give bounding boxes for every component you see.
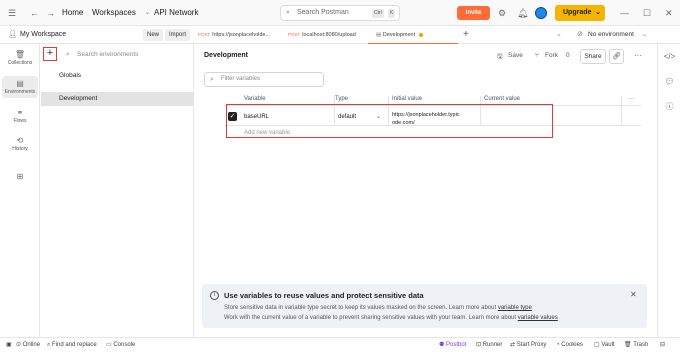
add-environment-button[interactable]: + (43, 47, 57, 61)
rail-history[interactable]: ⟲ History (0, 136, 40, 152)
workspaces-menu[interactable]: Workspaces (92, 0, 136, 26)
search-placeholder: Search Postman (297, 9, 349, 16)
runner-button[interactable]: ⊡ Runner (476, 338, 502, 352)
code-icon[interactable]: </> (658, 52, 680, 61)
variable-type-link[interactable]: variable type (498, 305, 532, 311)
trash-button[interactable]: 🗑︎ Trash (624, 338, 648, 352)
page-title: Development (204, 52, 248, 59)
environment-selector[interactable]: No environment (588, 26, 634, 44)
chevron-down-icon[interactable]: ⌄ (642, 26, 647, 44)
info-icon: i (210, 291, 219, 300)
layout-toggle-icon[interactable]: ⊟ (660, 338, 665, 352)
console-button[interactable]: ▭ Console (106, 338, 135, 352)
new-button[interactable]: New (143, 29, 164, 41)
avatar[interactable] (535, 7, 547, 19)
left-rail: 🗑︎ Collections ▤ Environments ⚭ Flows ⟲ Hist… (0, 44, 40, 337)
env-item-globals[interactable]: Globals (41, 69, 193, 83)
forward-arrow-icon[interactable]: → (46, 0, 55, 26)
flows-icon: ⚭ (16, 108, 24, 117)
apps-grid-icon: ⊞ (16, 172, 24, 181)
cookies-button[interactable]: ◔ Cookies (556, 338, 583, 352)
menu-icon[interactable]: ☰ (8, 0, 16, 26)
variable-values-link[interactable]: variable values (518, 315, 558, 321)
highlight-box (226, 104, 553, 138)
chevron-down-icon[interactable]: ⌄ (145, 0, 150, 26)
tab-development[interactable]: ▤ Development (368, 26, 458, 44)
rail-flows[interactable]: ⚭ Flows (0, 108, 40, 124)
right-sidebar: </> 💬︎ ⓘ (657, 44, 680, 337)
minimize-icon[interactable]: — (620, 0, 629, 26)
more-options-icon[interactable]: ··· (634, 51, 642, 60)
status-bar: ▣ ⊙ Online ⌕ Find and replace ▭ Console … (0, 337, 680, 351)
history-icon: ⟲ (16, 136, 24, 145)
back-arrow-icon[interactable]: ← (30, 0, 39, 26)
column-initial-value: Initial value (392, 96, 423, 102)
no-environment-icon: ⊘ (577, 31, 583, 38)
top-bar: ☰ ← → Home Workspaces ⌄ API Network ⌕ Se… (0, 0, 680, 26)
tab-request-1[interactable]: POST https://jsonplaceholde... (198, 26, 284, 44)
environment-icon: ▤ (376, 32, 383, 38)
layout-icon[interactable]: ▣ (6, 338, 12, 352)
maximize-icon[interactable]: ☐ (643, 0, 651, 26)
env-item-development[interactable]: Development (41, 92, 193, 106)
info-banner: i Use variables to reuse values and prot… (202, 284, 647, 328)
column-current-value: Current value (484, 96, 521, 102)
share-button[interactable]: Share (580, 49, 606, 64)
rail-more[interactable]: ⊞ (0, 172, 40, 182)
postbot-button[interactable]: ⚉ Postbot (439, 338, 466, 352)
fork-count: 0 (566, 52, 570, 59)
info-icon[interactable]: ⓘ (658, 101, 680, 112)
home-link[interactable]: Home (62, 0, 83, 26)
settings-gear-icon[interactable]: ⚙ (498, 0, 506, 26)
workspace-icon: 👤︎ (8, 31, 17, 38)
online-status[interactable]: ⊙ Online (16, 338, 40, 352)
search-icon: ⌕ (66, 51, 70, 58)
vault-button[interactable]: ▢ Vault (594, 338, 615, 352)
rail-environments[interactable]: ▤ Environments (2, 76, 38, 98)
link-icon[interactable]: 🔗︎ (609, 49, 624, 64)
invite-button[interactable]: Invite (457, 6, 490, 20)
environments-icon: ▤ (16, 79, 24, 88)
unsaved-dot (419, 32, 424, 37)
find-replace-button[interactable]: ⌕ Find and replace (47, 338, 97, 352)
save-button[interactable]: Save (508, 52, 523, 59)
banner-heading: Use variables to reuse values and protec… (224, 291, 424, 300)
column-options-icon[interactable]: ··· (628, 96, 634, 102)
banner-line-2: Work with the current value of a variabl… (224, 315, 558, 321)
import-button[interactable]: Import (165, 29, 191, 41)
upgrade-button[interactable]: Upgrade ⌄ (555, 5, 605, 21)
kbd-k: K (388, 9, 396, 18)
banner-line-1: Store sensitive data in variable type se… (224, 305, 532, 311)
column-variable: Variable (244, 96, 266, 102)
search-icon: ⌕ (286, 9, 290, 16)
workspace-name[interactable]: My Workspace (20, 26, 66, 44)
environments-panel (40, 44, 194, 337)
add-tab-icon[interactable]: + (463, 26, 469, 44)
notifications-bell-icon[interactable]: 🔔︎ (517, 0, 528, 26)
search-environments-input[interactable]: Search environments (77, 48, 201, 61)
tab-request-2[interactable]: POST localhost:8080/upload (288, 26, 364, 44)
close-icon[interactable]: ✕ (630, 290, 637, 299)
start-proxy-button[interactable]: ⇄ Start Proxy (510, 338, 546, 352)
close-icon[interactable]: ✕ (665, 0, 673, 26)
chevron-down-icon[interactable]: ⌄ (556, 26, 562, 44)
fork-icon: ⑂ (535, 52, 539, 59)
filter-variables-input[interactable]: ⌕ Filter variables (204, 72, 324, 87)
search-icon: ⌕ (210, 76, 214, 83)
column-type: Type (335, 96, 349, 102)
save-icon: 🖫︎ (497, 53, 503, 60)
fork-button[interactable]: Fork (545, 52, 558, 59)
api-network-menu[interactable]: API Network (154, 0, 198, 26)
rail-collections[interactable]: 🗑︎ Collections (0, 50, 40, 66)
search-input[interactable]: ⌕ Search Postman Ctrl K (280, 5, 400, 21)
collections-icon: 🗑︎ (14, 50, 26, 59)
kbd-ctrl: Ctrl (372, 9, 384, 18)
comments-icon[interactable]: 💬︎ (658, 77, 680, 86)
chevron-down-icon: ⌄ (595, 9, 601, 16)
